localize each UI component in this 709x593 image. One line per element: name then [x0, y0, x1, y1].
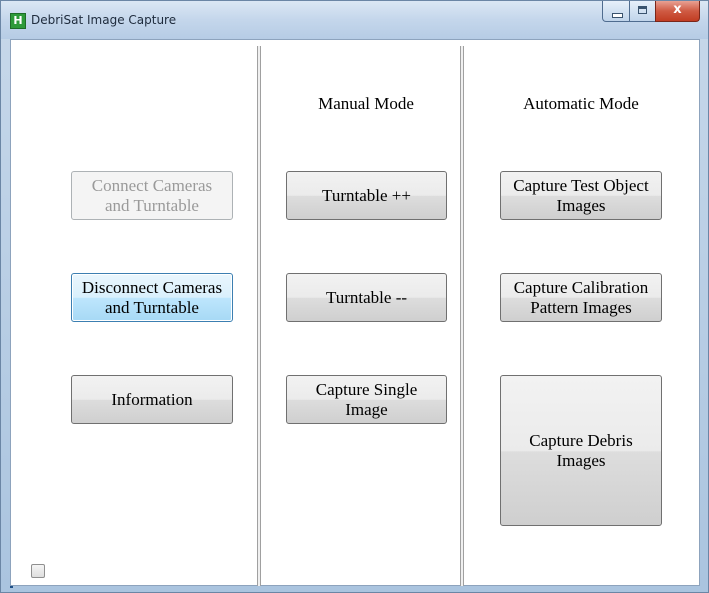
capture-single-image-button[interactable]: Capture Single Image: [286, 375, 447, 424]
minimize-button[interactable]: [602, 1, 630, 22]
close-icon: x: [673, 2, 682, 17]
turntable-increment-button[interactable]: Turntable ++: [286, 171, 447, 220]
manual-mode-heading: Manual Mode: [318, 94, 414, 113]
title-bar[interactable]: H DebriSat Image Capture x: [1, 1, 708, 39]
maximize-icon: [638, 6, 647, 14]
capture-calibration-button[interactable]: Capture Calibration Pattern Images: [500, 273, 662, 322]
automatic-mode-heading: Automatic Mode: [523, 94, 639, 113]
information-button[interactable]: Information: [71, 375, 233, 424]
options-checkbox[interactable]: [31, 564, 45, 578]
app-icon: H: [10, 13, 26, 29]
capture-test-object-button[interactable]: Capture Test Object Images: [500, 171, 662, 220]
connect-cameras-button[interactable]: Connect Cameras and Turntable: [71, 171, 233, 220]
window-title: DebriSat Image Capture: [31, 13, 177, 27]
close-button[interactable]: x: [655, 1, 700, 22]
turntable-decrement-button[interactable]: Turntable --: [286, 273, 447, 322]
app-window: H DebriSat Image Capture x Connect Camer…: [0, 0, 709, 593]
left-splitter[interactable]: [257, 46, 261, 586]
disconnect-cameras-button[interactable]: Disconnect Cameras and Turntable: [71, 273, 233, 322]
minimize-icon: [612, 13, 623, 18]
maximize-button[interactable]: [629, 1, 656, 22]
right-splitter[interactable]: [460, 46, 464, 586]
capture-debris-button[interactable]: Capture Debris Images: [500, 375, 662, 526]
